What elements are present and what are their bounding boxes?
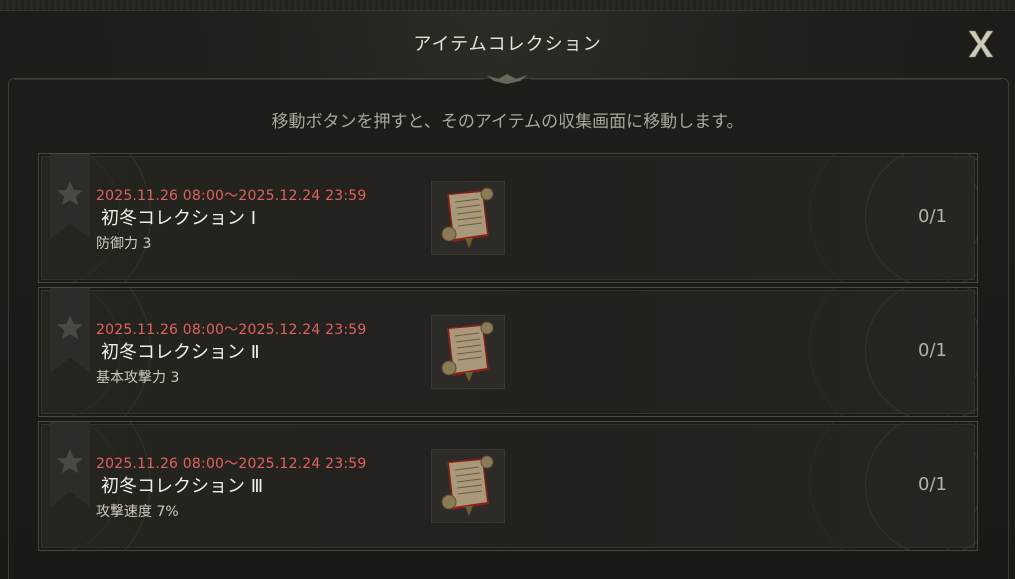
window-title: アイテムコレクション	[413, 34, 602, 55]
collection-name: 初冬コレクション Ⅱ	[101, 342, 260, 363]
collection-name: 初冬コレクション Ⅰ	[101, 208, 257, 229]
collection-progress: 0/1	[918, 206, 947, 227]
collection-effect: 攻撃速度 7%	[96, 504, 179, 520]
item-slot[interactable]	[431, 315, 505, 389]
item-slot[interactable]	[431, 449, 505, 523]
scroll-icon	[441, 321, 494, 382]
scroll-icon	[441, 455, 494, 516]
collection-card[interactable]: 2025.11.26 08:00～2025.12.24 23:59 初冬コレクシ…	[38, 287, 978, 417]
scroll-icon	[441, 187, 494, 248]
header-divider-ornament	[14, 74, 1001, 84]
collection-progress: 0/1	[918, 474, 947, 495]
collection-card[interactable]: 2025.11.26 08:00～2025.12.24 23:59 初冬コレクシ…	[38, 153, 978, 283]
item-slot[interactable]	[431, 181, 505, 255]
close-icon	[968, 30, 994, 58]
star-icon[interactable]	[54, 178, 86, 210]
close-button[interactable]	[963, 24, 999, 64]
star-icon[interactable]	[54, 446, 86, 478]
star-icon[interactable]	[54, 312, 86, 344]
collection-period: 2025.11.26 08:00～2025.12.24 23:59	[96, 188, 367, 204]
collection-card[interactable]: 2025.11.26 08:00～2025.12.24 23:59 初冬コレクシ…	[38, 421, 978, 551]
collection-name: 初冬コレクション Ⅲ	[101, 476, 264, 497]
collection-period: 2025.11.26 08:00～2025.12.24 23:59	[96, 456, 367, 472]
collection-progress: 0/1	[918, 340, 947, 361]
collection-period: 2025.11.26 08:00～2025.12.24 23:59	[96, 322, 367, 338]
window-top-edge	[0, 0, 1015, 11]
instruction-text: 移動ボタンを押すと、そのアイテムの収集画面に移動します。	[271, 112, 744, 132]
collection-effect: 基本攻撃力 3	[96, 370, 180, 386]
collection-window: アイテムコレクション 移動ボタンを押すと、そのアイテムの収集画面に移動します。 …	[0, 0, 1015, 579]
collection-effect: 防御力 3	[96, 236, 152, 252]
